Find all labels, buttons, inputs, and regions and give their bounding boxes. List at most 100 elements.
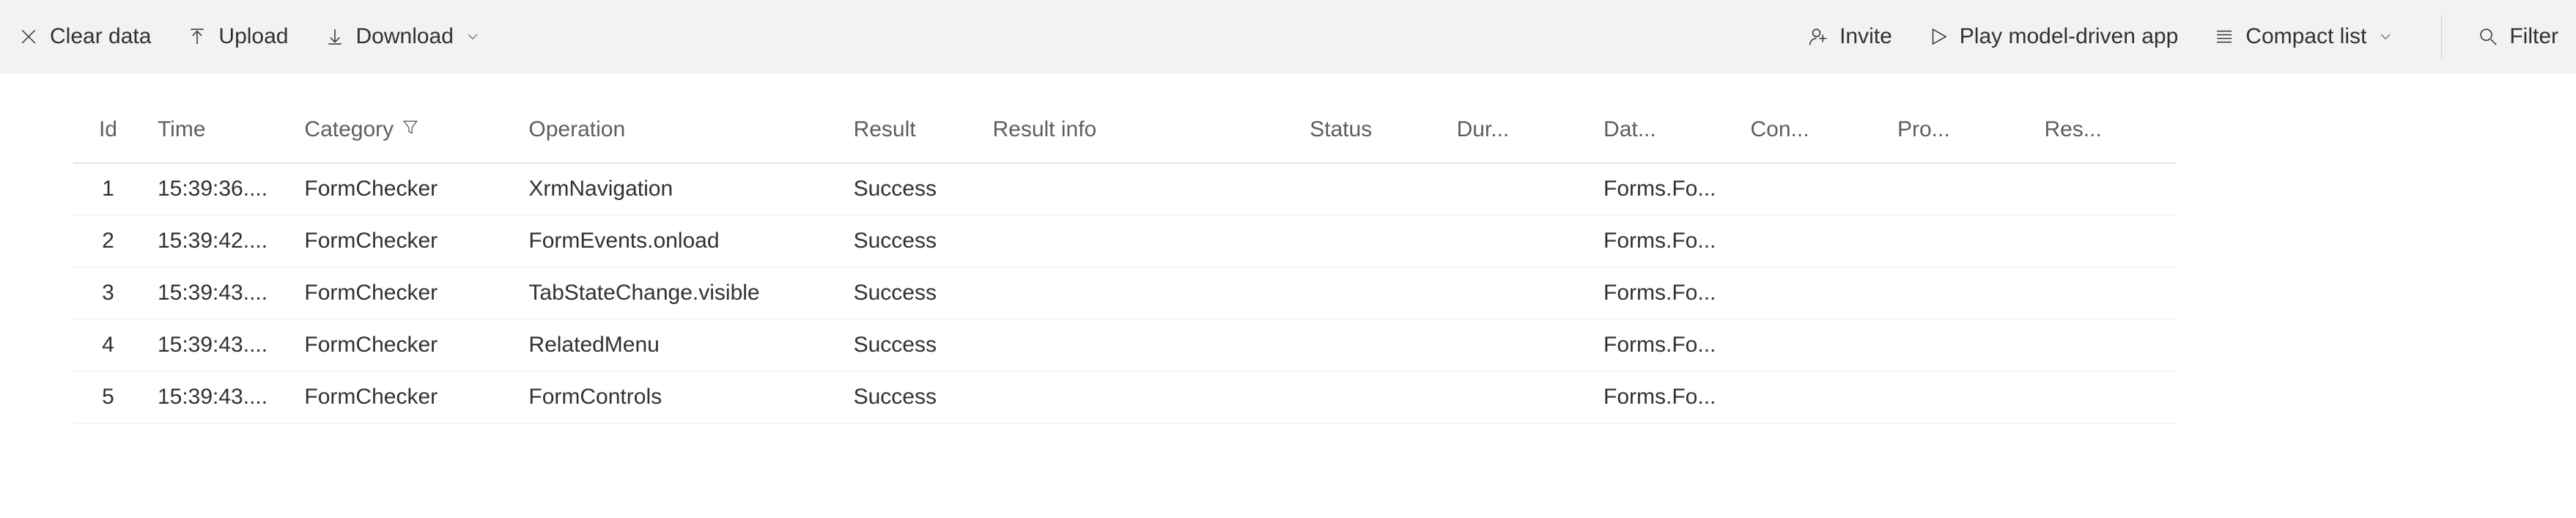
cell (1883, 215, 2029, 267)
col-id[interactable]: Id (73, 117, 143, 163)
cell: FormChecker (289, 371, 514, 423)
cell: Success (839, 371, 978, 423)
cell (978, 215, 1295, 267)
table-row[interactable]: 115:39:36....FormCheckerXrmNavigationSuc… (73, 163, 2177, 215)
cell: Forms.Fo... (1589, 215, 1735, 267)
col-id-label: Id (99, 117, 117, 142)
toolbar: Clear data Upload Download (0, 0, 2576, 73)
filter-label: Filter (2509, 24, 2558, 49)
cell (978, 371, 1295, 423)
cell (1736, 267, 1883, 319)
col-resource[interactable]: Res... (2029, 117, 2177, 163)
download-button[interactable]: Download (324, 24, 481, 49)
cell: FormEvents.onload (514, 215, 838, 267)
cell: Forms.Fo... (1589, 371, 1735, 423)
cell (1295, 163, 1442, 215)
cell (1736, 371, 1883, 423)
download-label: Download (356, 24, 454, 49)
col-time[interactable]: Time (143, 117, 289, 163)
col-result-info[interactable]: Result info (978, 117, 1295, 163)
cell: 3 (73, 267, 143, 319)
cell: FormChecker (289, 163, 514, 215)
col-operation[interactable]: Operation (514, 117, 838, 163)
toolbar-left: Clear data Upload Download (18, 24, 481, 49)
col-status-label: Status (1310, 117, 1372, 142)
chevron-down-icon (2377, 28, 2394, 45)
upload-button[interactable]: Upload (186, 24, 288, 49)
play-button[interactable]: Play model-driven app (1927, 24, 2179, 49)
invite-icon (1807, 26, 1829, 48)
clear-data-button[interactable]: Clear data (18, 24, 151, 49)
table-header-row: Id Time Category Operation Result Result… (73, 117, 2177, 163)
cell (1442, 371, 1589, 423)
cell (978, 319, 1295, 371)
separator (2441, 15, 2442, 59)
cell (2029, 215, 2177, 267)
cell: Success (839, 319, 978, 371)
col-duration-label: Dur... (1457, 117, 1510, 142)
cell (1442, 267, 1589, 319)
table-row[interactable]: 215:39:42....FormCheckerFormEvents.onloa… (73, 215, 2177, 267)
cell (2029, 267, 2177, 319)
cell: 1 (73, 163, 143, 215)
cell (1295, 319, 1442, 371)
cell (978, 163, 1295, 215)
cell: XrmNavigation (514, 163, 838, 215)
app-root: Clear data Upload Download (0, 0, 2576, 518)
col-category[interactable]: Category (289, 117, 514, 163)
cell (2029, 163, 2177, 215)
col-process[interactable]: Pro... (1883, 117, 2029, 163)
col-result-label: Result (854, 117, 916, 142)
cell: Success (839, 267, 978, 319)
col-result[interactable]: Result (839, 117, 978, 163)
play-icon (1927, 26, 1949, 48)
cell: 15:39:42.... (143, 215, 289, 267)
col-category-label: Category (304, 117, 394, 142)
filter-funnel-icon (401, 117, 420, 142)
search-icon (2477, 26, 2499, 48)
cell: RelatedMenu (514, 319, 838, 371)
col-operation-label: Operation (528, 117, 625, 142)
table-row[interactable]: 415:39:43....FormCheckerRelatedMenuSucce… (73, 319, 2177, 371)
cell (1736, 319, 1883, 371)
table-body: 115:39:36....FormCheckerXrmNavigationSuc… (73, 163, 2177, 423)
invite-label: Invite (1839, 24, 1892, 49)
upload-label: Upload (218, 24, 288, 49)
filter-button[interactable]: Filter (2477, 24, 2558, 49)
compact-list-label: Compact list (2245, 24, 2366, 49)
cell: 5 (73, 371, 143, 423)
cell: Forms.Fo... (1589, 163, 1735, 215)
cell (1883, 319, 2029, 371)
cell: 4 (73, 319, 143, 371)
cell: 15:39:43.... (143, 371, 289, 423)
cell: Success (839, 215, 978, 267)
table-wrap: Id Time Category Operation Result Result… (73, 73, 2177, 423)
close-icon (18, 26, 40, 48)
compact-list-button[interactable]: Compact list (2213, 24, 2394, 49)
col-data-label: Dat... (1603, 117, 1656, 142)
col-data[interactable]: Dat... (1589, 117, 1735, 163)
cell (1883, 371, 2029, 423)
cell: 15:39:43.... (143, 267, 289, 319)
col-resource-label: Res... (2044, 117, 2101, 142)
cell (1295, 371, 1442, 423)
download-icon (324, 26, 346, 48)
list-icon (2213, 26, 2235, 48)
cell: 15:39:43.... (143, 319, 289, 371)
cell (1295, 215, 1442, 267)
cell: FormChecker (289, 215, 514, 267)
cell (2029, 371, 2177, 423)
table-row[interactable]: 515:39:43....FormCheckerFormControlsSucc… (73, 371, 2177, 423)
cell (1442, 163, 1589, 215)
toolbar-right: Invite Play model-driven app Compact lis… (1807, 15, 2558, 59)
cell: Forms.Fo... (1589, 267, 1735, 319)
col-duration[interactable]: Dur... (1442, 117, 1589, 163)
cell: Success (839, 163, 978, 215)
cell (1883, 267, 2029, 319)
table-row[interactable]: 315:39:43....FormCheckerTabStateChange.v… (73, 267, 2177, 319)
col-time-label: Time (158, 117, 206, 142)
col-context[interactable]: Con... (1736, 117, 1883, 163)
invite-button[interactable]: Invite (1807, 24, 1892, 49)
cell (2029, 319, 2177, 371)
col-status[interactable]: Status (1295, 117, 1442, 163)
